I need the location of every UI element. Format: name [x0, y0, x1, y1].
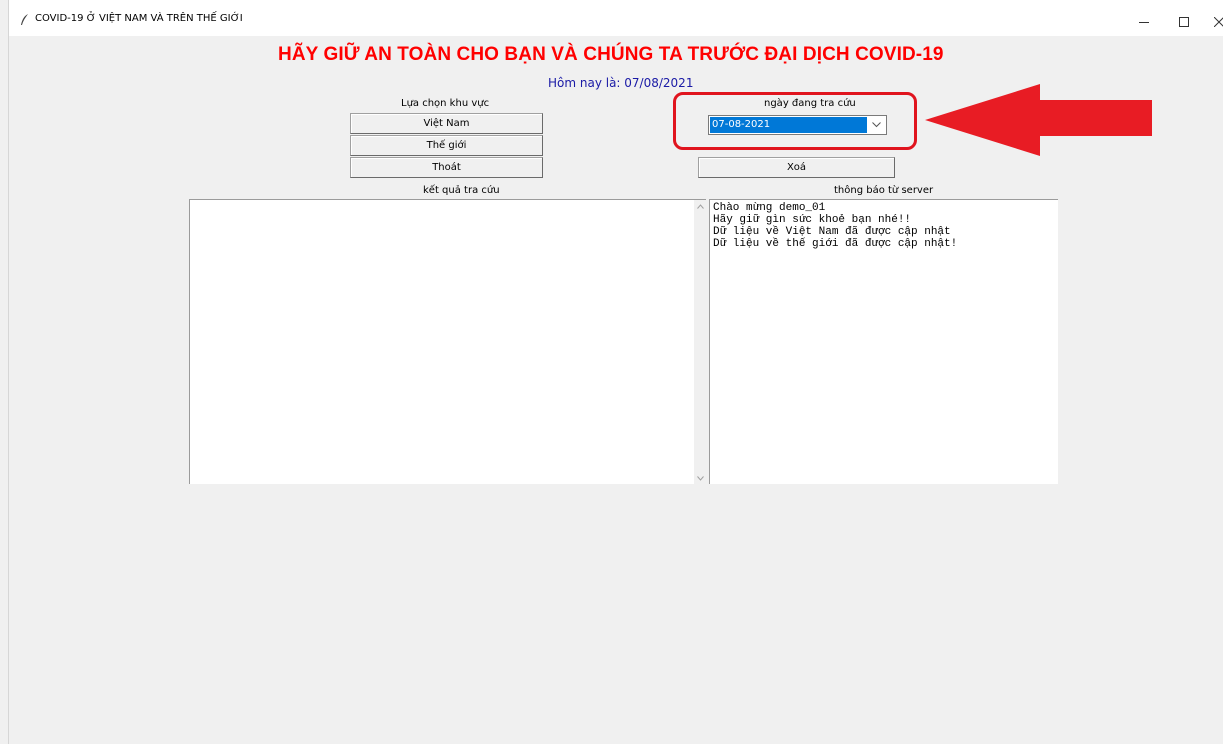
- today-date-label: Hôm nay là: 07/08/2021: [548, 76, 694, 90]
- server-message-list: Chào mừng demo_01 Hãy giữ gìn sức khoẻ b…: [710, 200, 1058, 250]
- maximize-icon: [1179, 17, 1189, 27]
- server-message: Dữ liệu về Việt Nam đã được cập nhật: [713, 226, 951, 238]
- server-messages-textbox[interactable]: Chào mừng demo_01 Hãy giữ gìn sức khoẻ b…: [709, 199, 1058, 484]
- server-message: Dữ liệu về thế giới đã được cập nhật!: [713, 238, 958, 250]
- world-button[interactable]: Thế giới: [350, 135, 543, 156]
- chevron-down-icon[interactable]: [694, 472, 706, 484]
- region-label: Lựa chọn khu vực: [401, 98, 490, 109]
- annotation-arrow-icon: [925, 84, 1152, 156]
- chevron-up-icon[interactable]: [694, 200, 706, 212]
- minimize-icon: [1139, 22, 1149, 23]
- page-headline: HÃY GIỮ AN TOÀN CHO BẠN VÀ CHÚNG TA TRƯỚ…: [278, 44, 944, 65]
- results-textbox[interactable]: [189, 199, 706, 484]
- results-label: kết quả tra cứu: [423, 185, 500, 196]
- server-message: Chào mừng demo_01: [713, 202, 826, 214]
- results-scrollbar[interactable]: [694, 200, 706, 484]
- vietnam-button[interactable]: Việt Nam: [350, 113, 543, 134]
- close-button[interactable]: [1199, 8, 1223, 36]
- title-bar[interactable]: COVID-19 Ở VIỆT NAM VÀ TRÊN THẾ GIỚI: [9, 0, 1223, 36]
- annotation-highlight-box: [673, 92, 917, 150]
- minimize-button[interactable]: [1124, 8, 1164, 36]
- exit-button[interactable]: Thoát: [350, 157, 543, 178]
- server-messages-label: thông báo từ server: [834, 185, 934, 196]
- clear-button[interactable]: Xoá: [698, 157, 895, 178]
- maximize-button[interactable]: [1164, 8, 1204, 36]
- server-message: Hãy giữ gìn sức khoẻ bạn nhé!!: [713, 214, 912, 226]
- feather-icon: [20, 14, 30, 26]
- window-title: COVID-19 Ở VIỆT NAM VÀ TRÊN THẾ GIỚI: [35, 13, 243, 24]
- close-icon: [1214, 17, 1223, 27]
